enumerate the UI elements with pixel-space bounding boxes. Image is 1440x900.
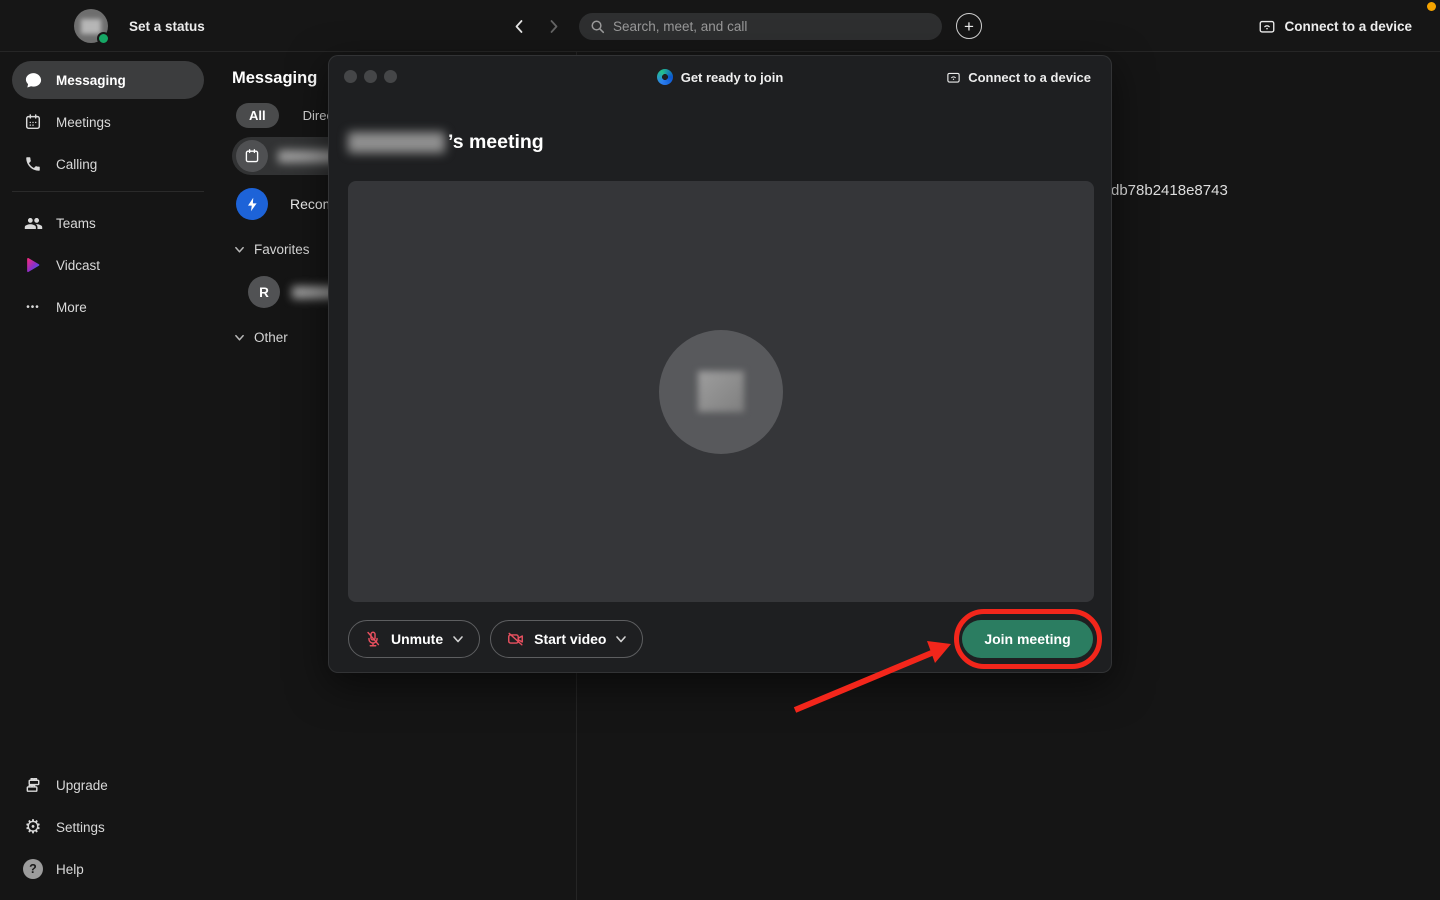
video-preview: [348, 181, 1094, 602]
device-icon: [1258, 18, 1276, 35]
join-meeting-button[interactable]: Join meeting: [962, 620, 1093, 658]
unmute-button[interactable]: Unmute: [348, 620, 480, 658]
people-icon: [23, 214, 43, 233]
presence-indicator: [97, 32, 110, 45]
meeting-id-text: db78b2418e8743: [1111, 182, 1228, 199]
message-filter-tabs: All Direct: [236, 103, 337, 128]
top-bar: Set a status Search, meet, and call + Co…: [0, 0, 1440, 52]
meeting-calendar-icon: [236, 140, 268, 172]
sidebar-item-settings[interactable]: ⚙ Settings: [12, 808, 204, 846]
chevron-down-icon: [615, 633, 627, 645]
search-placeholder: Search, meet, and call: [613, 19, 747, 34]
topbar-center: Search, meet, and call +: [505, 0, 982, 52]
gear-icon: ⚙: [23, 818, 43, 837]
notification-dot: [1427, 2, 1436, 11]
device-icon: [946, 70, 961, 85]
user-avatar[interactable]: [74, 9, 108, 43]
chat-bubble-icon: [23, 71, 43, 90]
nav-back-button[interactable]: [505, 12, 533, 40]
sidebar-footer: Upgrade ⚙ Settings ? Help: [0, 766, 216, 892]
prejoin-controls: Unmute Start video: [348, 620, 643, 658]
sidebar-item-label: More: [56, 300, 87, 315]
sidebar-item-label: Upgrade: [56, 778, 108, 793]
vidcast-play-icon: [23, 256, 43, 274]
chevron-down-icon: [234, 332, 245, 343]
sidebar-item-calling[interactable]: Calling: [12, 145, 204, 183]
dialog-title: Get ready to join: [681, 70, 784, 85]
search-input[interactable]: Search, meet, and call: [579, 13, 942, 40]
mic-muted-icon: [364, 630, 382, 648]
sidebar-item-more[interactable]: ••• More: [12, 288, 204, 326]
meeting-title-suffix: ’s meeting: [448, 131, 544, 154]
tab-all[interactable]: All: [236, 103, 279, 128]
sidebar-item-label: Settings: [56, 820, 105, 835]
chevron-left-icon: [511, 18, 528, 35]
sidebar-item-teams[interactable]: Teams: [12, 204, 204, 242]
ellipsis-icon: •••: [23, 302, 43, 313]
sidebar-item-meetings[interactable]: Meetings: [12, 103, 204, 141]
phone-icon: [23, 155, 43, 173]
dialog-connect-to-device-button[interactable]: Connect to a device: [946, 56, 1091, 98]
webex-logo-icon: [657, 69, 673, 85]
chevron-down-icon: [234, 244, 245, 255]
lightning-bolt-icon: [236, 188, 268, 220]
camera-off-icon: [506, 630, 525, 648]
unmute-label: Unmute: [391, 631, 443, 647]
sidebar-divider: [12, 191, 204, 192]
upgrade-blocks-icon: [23, 776, 43, 795]
connect-to-device-label: Connect to a device: [1284, 19, 1412, 34]
preview-avatar: [659, 330, 783, 454]
panel-title: Messaging: [232, 69, 317, 88]
connect-to-device-label: Connect to a device: [968, 70, 1091, 85]
sidebar-item-messaging[interactable]: Messaging: [12, 61, 204, 99]
sidebar-item-label: Help: [56, 862, 84, 877]
sidebar-item-label: Meetings: [56, 115, 111, 130]
set-status-button[interactable]: Set a status: [129, 19, 205, 34]
section-label: Other: [254, 330, 288, 345]
avatar-blurred-photo: [81, 19, 101, 34]
sidebar-item-label: Messaging: [56, 73, 126, 88]
search-icon: [590, 19, 605, 34]
connect-to-device-button[interactable]: Connect to a device: [1258, 0, 1412, 52]
sidebar-item-help[interactable]: ? Help: [12, 850, 204, 888]
nav-forward-button[interactable]: [539, 12, 567, 40]
contact-initial-avatar: R: [248, 276, 280, 308]
sidebar-item-label: Calling: [56, 157, 97, 172]
start-video-button[interactable]: Start video: [490, 620, 643, 658]
meeting-title: ’s meeting: [348, 127, 544, 157]
topbar-left: Set a status: [74, 0, 205, 52]
help-icon: ?: [23, 859, 43, 879]
section-favorites[interactable]: Favorites: [234, 238, 310, 260]
blurred-initials: [698, 371, 744, 412]
start-video-label: Start video: [534, 631, 606, 647]
join-meeting-dialog: Get ready to join Connect to a device ’s…: [328, 55, 1112, 673]
sidebar-item-upgrade[interactable]: Upgrade: [12, 766, 204, 804]
calendar-icon: [23, 113, 43, 131]
chevron-right-icon: [545, 18, 562, 35]
add-button[interactable]: +: [956, 13, 982, 39]
sidebar-item-label: Teams: [56, 216, 96, 231]
sidebar-nav: Messaging Meetings Calling Teams Vidcast…: [0, 52, 216, 900]
chevron-down-icon: [452, 633, 464, 645]
sidebar-item-label: Vidcast: [56, 258, 100, 273]
blurred-host-name: [348, 132, 445, 153]
sidebar-item-vidcast[interactable]: Vidcast: [12, 246, 204, 284]
section-other[interactable]: Other: [234, 326, 288, 348]
section-label: Favorites: [254, 242, 310, 257]
